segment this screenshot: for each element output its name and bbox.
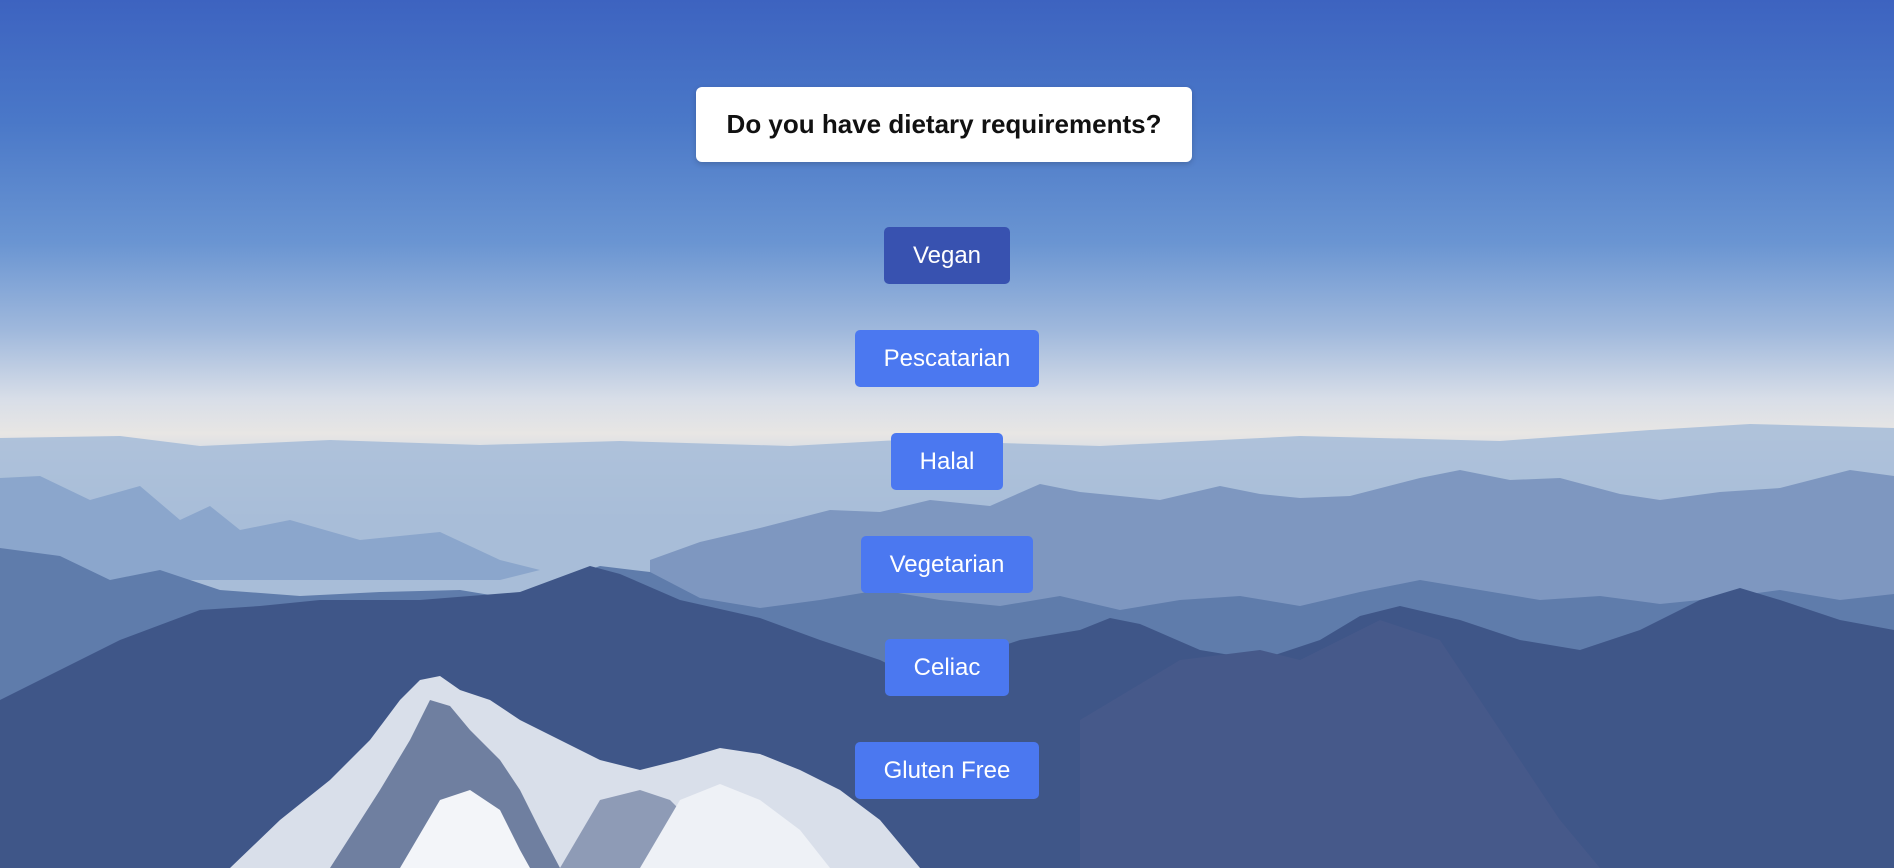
option-pescatarian-button[interactable]: Pescatarian bbox=[854, 330, 1040, 387]
question-card: Do you have dietary requirements? bbox=[696, 87, 1192, 162]
option-vegetarian-button[interactable]: Vegetarian bbox=[860, 536, 1034, 593]
option-vegan-button[interactable]: Vegan bbox=[883, 227, 1011, 284]
option-gluten-free-button[interactable]: Gluten Free bbox=[854, 742, 1040, 799]
question-text: Do you have dietary requirements? bbox=[726, 109, 1162, 139]
dietary-options: Vegan Pescatarian Halal Vegetarian Celia… bbox=[0, 227, 1894, 845]
option-celiac-button[interactable]: Celiac bbox=[884, 639, 1010, 696]
option-halal-button[interactable]: Halal bbox=[890, 433, 1004, 490]
